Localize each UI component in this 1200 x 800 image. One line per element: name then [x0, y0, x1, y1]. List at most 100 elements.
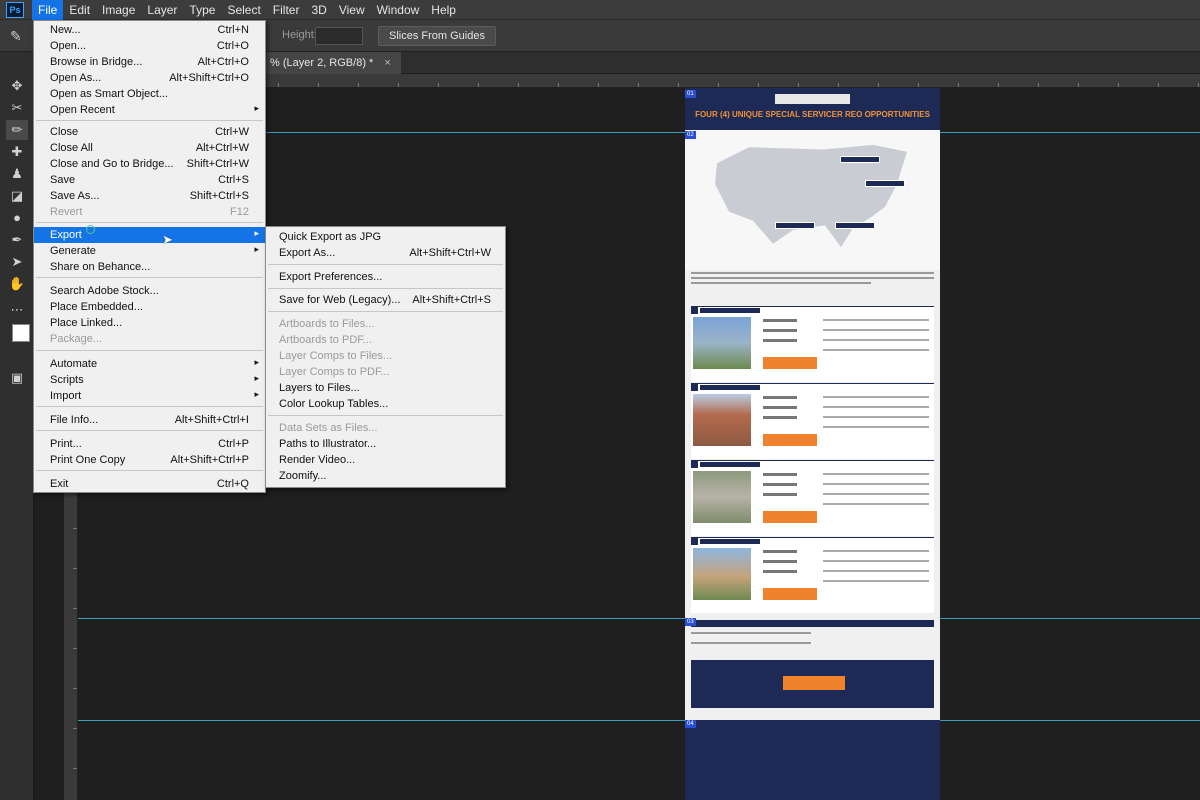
menu-item-quick-export-jpg[interactable]: Quick Export as JPG — [266, 229, 505, 245]
listing-text — [823, 396, 929, 398]
property-photo — [693, 394, 751, 446]
menu-item-layers-to-files[interactable]: Layers to Files... — [266, 380, 505, 396]
listing-text — [823, 473, 929, 475]
menu-item-print-one-copy[interactable]: Print One Copy Alt+Shift+Ctrl+P — [34, 452, 265, 468]
more-tools-icon[interactable]: ⋯ — [6, 300, 28, 320]
menu-edit[interactable]: Edit — [63, 0, 96, 20]
menu-item-shortcut: Ctrl+S — [218, 174, 249, 186]
menu-item-export[interactable]: Export ▸ — [34, 227, 265, 243]
menu-item-close-and-go-to-bridge[interactable]: Close and Go to Bridge... Shift+Ctrl+W — [34, 156, 265, 172]
menu-image[interactable]: Image — [96, 0, 141, 20]
menu-item-shortcut: Alt+Shift+Ctrl+W — [409, 247, 491, 259]
menu-item-save-for-web[interactable]: Save for Web (Legacy)... Alt+Shift+Ctrl+S — [266, 292, 505, 308]
menu-bar: Ps File Edit Image Layer Type Select Fil… — [0, 0, 1200, 20]
menu-item-label: Save for Web (Legacy)... — [279, 294, 401, 306]
menu-item-import[interactable]: Import ▸ — [34, 388, 265, 404]
menu-filter[interactable]: Filter — [267, 0, 306, 20]
stamp-tool-icon[interactable]: ♟ — [6, 164, 28, 184]
listing-heading — [700, 385, 760, 390]
menu-item-shortcut: Shift+Ctrl+W — [186, 158, 249, 170]
hand-tool-icon[interactable]: ✋ — [6, 274, 28, 294]
slice-tool-icon[interactable]: ✏ — [6, 120, 28, 140]
menu-layer[interactable]: Layer — [141, 0, 183, 20]
listing-button — [763, 434, 817, 446]
menu-item-label: Color Lookup Tables... — [279, 398, 389, 410]
menu-item-shortcut: Ctrl+N — [217, 24, 249, 36]
menu-3d[interactable]: 3D — [305, 0, 332, 20]
screen-mode-icon[interactable]: ▣ — [6, 368, 28, 388]
menu-item-label: Export — [50, 229, 82, 241]
menu-item-export-as[interactable]: Export As... Alt+Shift+Ctrl+W — [266, 245, 505, 261]
lasso-tool-icon[interactable]: ✂ — [6, 98, 28, 118]
menu-item-label: Export Preferences... — [279, 271, 383, 283]
guide-line[interactable] — [78, 720, 1200, 721]
us-map: 02 — [685, 130, 940, 270]
eraser-tool-icon[interactable]: ◪ — [6, 186, 28, 206]
slice-tag: 04 — [685, 720, 696, 728]
cta-button — [783, 676, 845, 690]
submenu-arrow-icon: ▸ — [254, 228, 259, 238]
menu-item-file-info[interactable]: File Info... Alt+Shift+Ctrl+I — [34, 412, 265, 428]
menu-item-open-recent[interactable]: Open Recent ▸ — [34, 102, 265, 118]
guide-line[interactable] — [78, 618, 1200, 619]
listing-fact — [763, 396, 797, 399]
menu-item-shortcut: Alt+Shift+Ctrl+O — [169, 72, 249, 84]
menu-item-place-embedded[interactable]: Place Embedded... — [34, 299, 265, 315]
section-divider — [691, 620, 934, 627]
close-tab-icon[interactable]: × — [384, 57, 390, 69]
menu-file[interactable]: File — [32, 0, 64, 20]
menu-item-export-preferences[interactable]: Export Preferences... — [266, 269, 505, 285]
menu-item-save[interactable]: Save Ctrl+S — [34, 172, 265, 188]
menu-item-browse-in-bridge[interactable]: Browse in Bridge... Alt+Ctrl+O — [34, 54, 265, 70]
menu-item-render-video[interactable]: Render Video... — [266, 452, 505, 468]
menu-item-label: Open As... — [50, 72, 102, 84]
healing-brush-icon[interactable]: ✚ — [6, 142, 28, 162]
menu-item-label: Close and Go to Bridge... — [50, 158, 174, 170]
tools-panel: ✥ ✂ ✏ ✚ ♟ ◪ ● ✒ ➤ ✋ ⋯ ▣ — [0, 52, 34, 800]
listing-fact — [763, 406, 797, 409]
intro-text-line — [691, 277, 934, 279]
menu-select[interactable]: Select — [221, 0, 266, 20]
listing-fact — [763, 483, 797, 486]
slice-tool-icon[interactable]: ✎ — [10, 28, 22, 45]
menu-item-label: Import — [50, 390, 82, 402]
menu-item-automate[interactable]: Automate ▸ — [34, 356, 265, 372]
height-field[interactable] — [315, 27, 363, 45]
menu-item-scripts[interactable]: Scripts ▸ — [34, 372, 265, 388]
menu-item-label: Revert — [50, 206, 83, 218]
menu-item-open-as-smart-object[interactable]: Open as Smart Object... — [34, 86, 265, 102]
document-tab-title: % (Layer 2, RGB/8) * — [270, 57, 374, 69]
menu-window[interactable]: Window — [371, 0, 426, 20]
menu-item-place-linked[interactable]: Place Linked... — [34, 315, 265, 331]
menu-item-close[interactable]: Close Ctrl+W — [34, 124, 265, 140]
menu-item-save-as[interactable]: Save As... Shift+Ctrl+S — [34, 188, 265, 204]
menu-item-open[interactable]: Open... Ctrl+O — [34, 38, 265, 54]
menu-item-exit[interactable]: Exit Ctrl+Q — [34, 476, 265, 492]
menu-type[interactable]: Type — [183, 0, 221, 20]
menu-item-close-all[interactable]: Close All Alt+Ctrl+W — [34, 140, 265, 156]
menu-item-share-on-behance[interactable]: Share on Behance... — [34, 259, 265, 275]
submenu-arrow-icon: ▸ — [254, 389, 259, 399]
slice-tag: 02 — [685, 131, 696, 139]
listing-text — [823, 339, 929, 341]
move-tool-icon[interactable]: ✥ — [6, 76, 28, 96]
menu-item-shortcut: F12 — [230, 206, 249, 218]
menu-item-color-lookup-tables[interactable]: Color Lookup Tables... — [266, 396, 505, 412]
email-header: FOUR (4) UNIQUE SPECIAL SERVICER REO OPP… — [685, 88, 940, 130]
menu-view[interactable]: View — [333, 0, 371, 20]
document-tab[interactable]: % (Layer 2, RGB/8) * × — [260, 52, 401, 74]
foreground-color-swatch[interactable] — [12, 324, 30, 342]
menu-item-print[interactable]: Print... Ctrl+P — [34, 436, 265, 452]
menu-item-zoomify[interactable]: Zoomify... — [266, 468, 505, 484]
menu-item-open-as[interactable]: Open As... Alt+Shift+Ctrl+O — [34, 70, 265, 86]
menu-item-search-adobe-stock[interactable]: Search Adobe Stock... — [34, 283, 265, 299]
menu-item-generate[interactable]: Generate ▸ — [34, 243, 265, 259]
menu-item-paths-to-illustrator[interactable]: Paths to Illustrator... — [266, 436, 505, 452]
slices-from-guides-button[interactable]: Slices From Guides — [378, 26, 496, 46]
pen-tool-icon[interactable]: ✒ — [6, 230, 28, 250]
menu-separator — [36, 406, 263, 407]
menu-item-new[interactable]: New... Ctrl+N — [34, 22, 265, 38]
menu-help[interactable]: Help — [425, 0, 462, 20]
path-select-icon[interactable]: ➤ — [6, 252, 28, 272]
blur-tool-icon[interactable]: ● — [6, 208, 28, 228]
